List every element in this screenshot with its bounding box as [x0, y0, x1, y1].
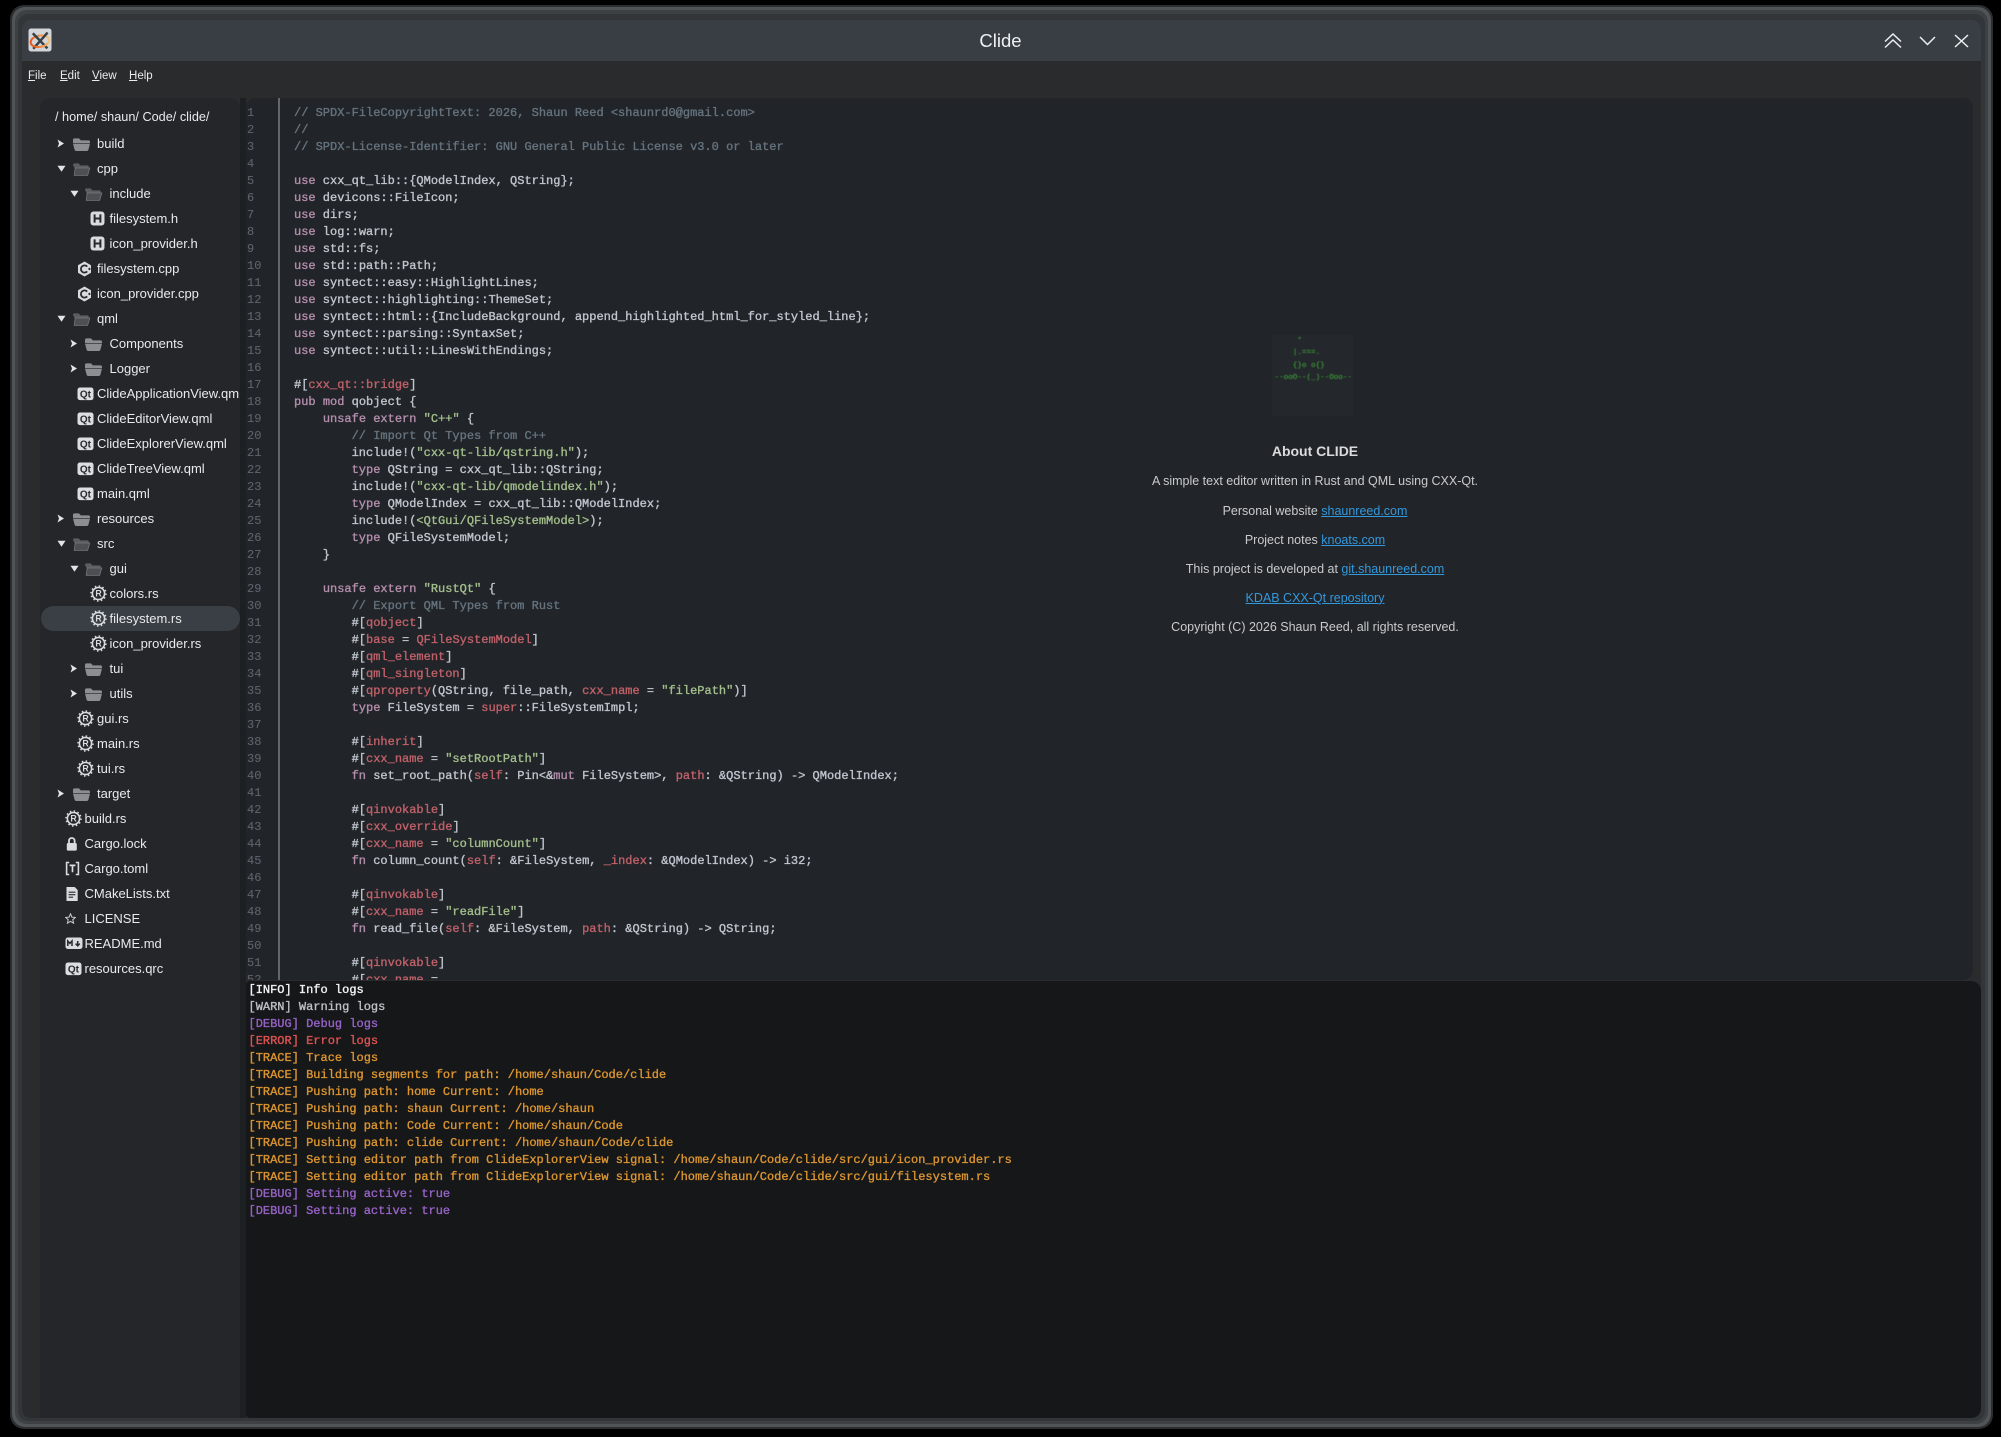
svg-text:R: R [95, 589, 102, 599]
svg-text:Qt: Qt [67, 964, 79, 975]
svg-text:Qt: Qt [80, 439, 92, 450]
svg-text:Qt: Qt [80, 464, 92, 475]
svg-text:R: R [70, 814, 77, 824]
svg-text:R: R [82, 714, 89, 724]
svg-text:Qt: Qt [80, 389, 92, 400]
svg-text:R: R [95, 639, 102, 649]
svg-text:Qt: Qt [80, 489, 92, 500]
svg-text:R: R [95, 614, 102, 624]
svg-text:R: R [82, 739, 89, 749]
svg-text:Qt: Qt [80, 414, 92, 425]
svg-text:R: R [82, 764, 89, 774]
